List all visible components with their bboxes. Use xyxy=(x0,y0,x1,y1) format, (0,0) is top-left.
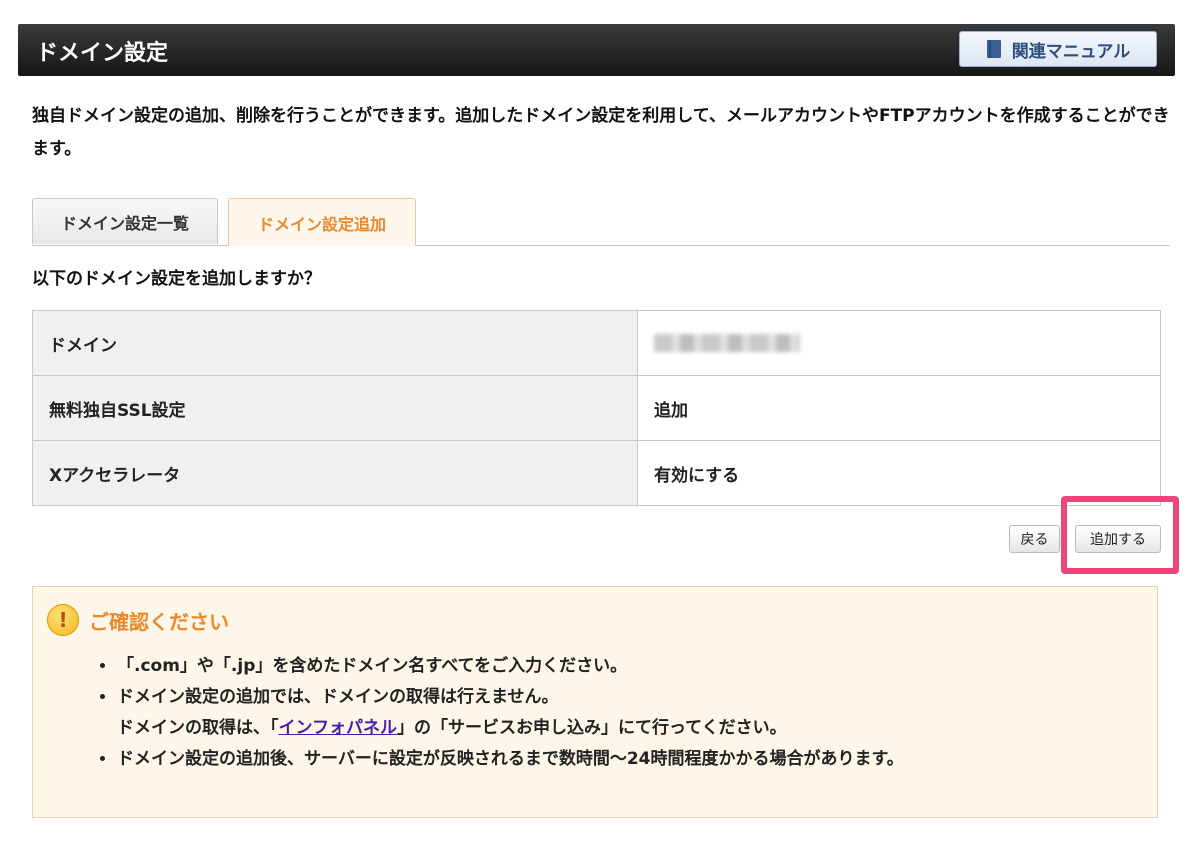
tab-domain-add[interactable]: ドメイン設定追加 xyxy=(228,198,416,246)
table-row: 無料独自SSL設定 追加 xyxy=(32,375,1161,441)
tab-bar: ドメイン設定一覧 ドメイン設定追加 xyxy=(32,198,1170,246)
notice-title: ご確認ください xyxy=(89,609,229,634)
related-manual-button[interactable]: 関連マニュアル xyxy=(959,31,1157,67)
redacted-domain xyxy=(654,334,800,352)
subline-prefix: ドメインの取得は、「 xyxy=(117,718,279,738)
row-value-ssl: 追加 xyxy=(637,375,1161,441)
page-header: ドメイン設定 関連マニュアル xyxy=(18,24,1175,76)
table-row: Xアクセラレータ 有効にする xyxy=(32,440,1161,506)
table-row: ドメイン xyxy=(32,310,1161,376)
confirm-question: 以下のドメイン設定を追加しますか？ xyxy=(32,269,321,289)
row-label-xaccelerator: Xアクセラレータ xyxy=(32,440,638,506)
notice-box: ! ご確認ください 「.com」や「.jp」を含めたドメイン名すべてをご入力くだ… xyxy=(32,586,1158,818)
highlight-box xyxy=(1061,496,1179,574)
page-title: ドメイン設定 xyxy=(36,41,169,66)
infopanel-link[interactable]: インフォパネル xyxy=(279,718,398,738)
back-button[interactable]: 戻る xyxy=(1009,525,1060,553)
row-label-domain: ドメイン xyxy=(32,310,638,376)
tab-domain-list[interactable]: ドメイン設定一覧 xyxy=(32,198,218,244)
list-item: 「.com」や「.jp」を含めたドメイン名すべてをご入力ください。 xyxy=(117,651,904,682)
notice-header: ! ご確認ください xyxy=(47,604,229,636)
notice-item-subline: ドメインの取得は、「インフォパネル」の「サービスお申し込み」にて行ってください。 xyxy=(117,713,904,744)
confirm-table: ドメイン 無料独自SSL設定 追加 Xアクセラレータ 有効にする xyxy=(32,310,1161,506)
subline-suffix: 」の「サービスお申し込み」にて行ってください。 xyxy=(397,718,787,738)
intro-description: 独自ドメイン設定の追加、削除を行うことができます。追加したドメイン設定を利用して… xyxy=(32,106,1170,159)
row-value-domain xyxy=(637,310,1161,376)
book-icon xyxy=(986,39,1002,59)
notice-list: 「.com」や「.jp」を含めたドメイン名すべてをご入力ください。 ドメイン設定… xyxy=(95,651,904,775)
exclamation-icon: ! xyxy=(47,604,79,636)
related-manual-label: 関連マニュアル xyxy=(1011,41,1131,62)
list-item: ドメイン設定の追加では、ドメインの取得は行えません。 ドメインの取得は、「インフ… xyxy=(117,682,904,744)
row-label-ssl: 無料独自SSL設定 xyxy=(32,375,638,441)
notice-item-text: ドメイン設定の追加では、ドメインの取得は行えません。 xyxy=(117,687,559,707)
list-item: ドメイン設定の追加後、サーバーに設定が反映されるまで数時間〜24時間程度かかる場… xyxy=(117,744,904,775)
